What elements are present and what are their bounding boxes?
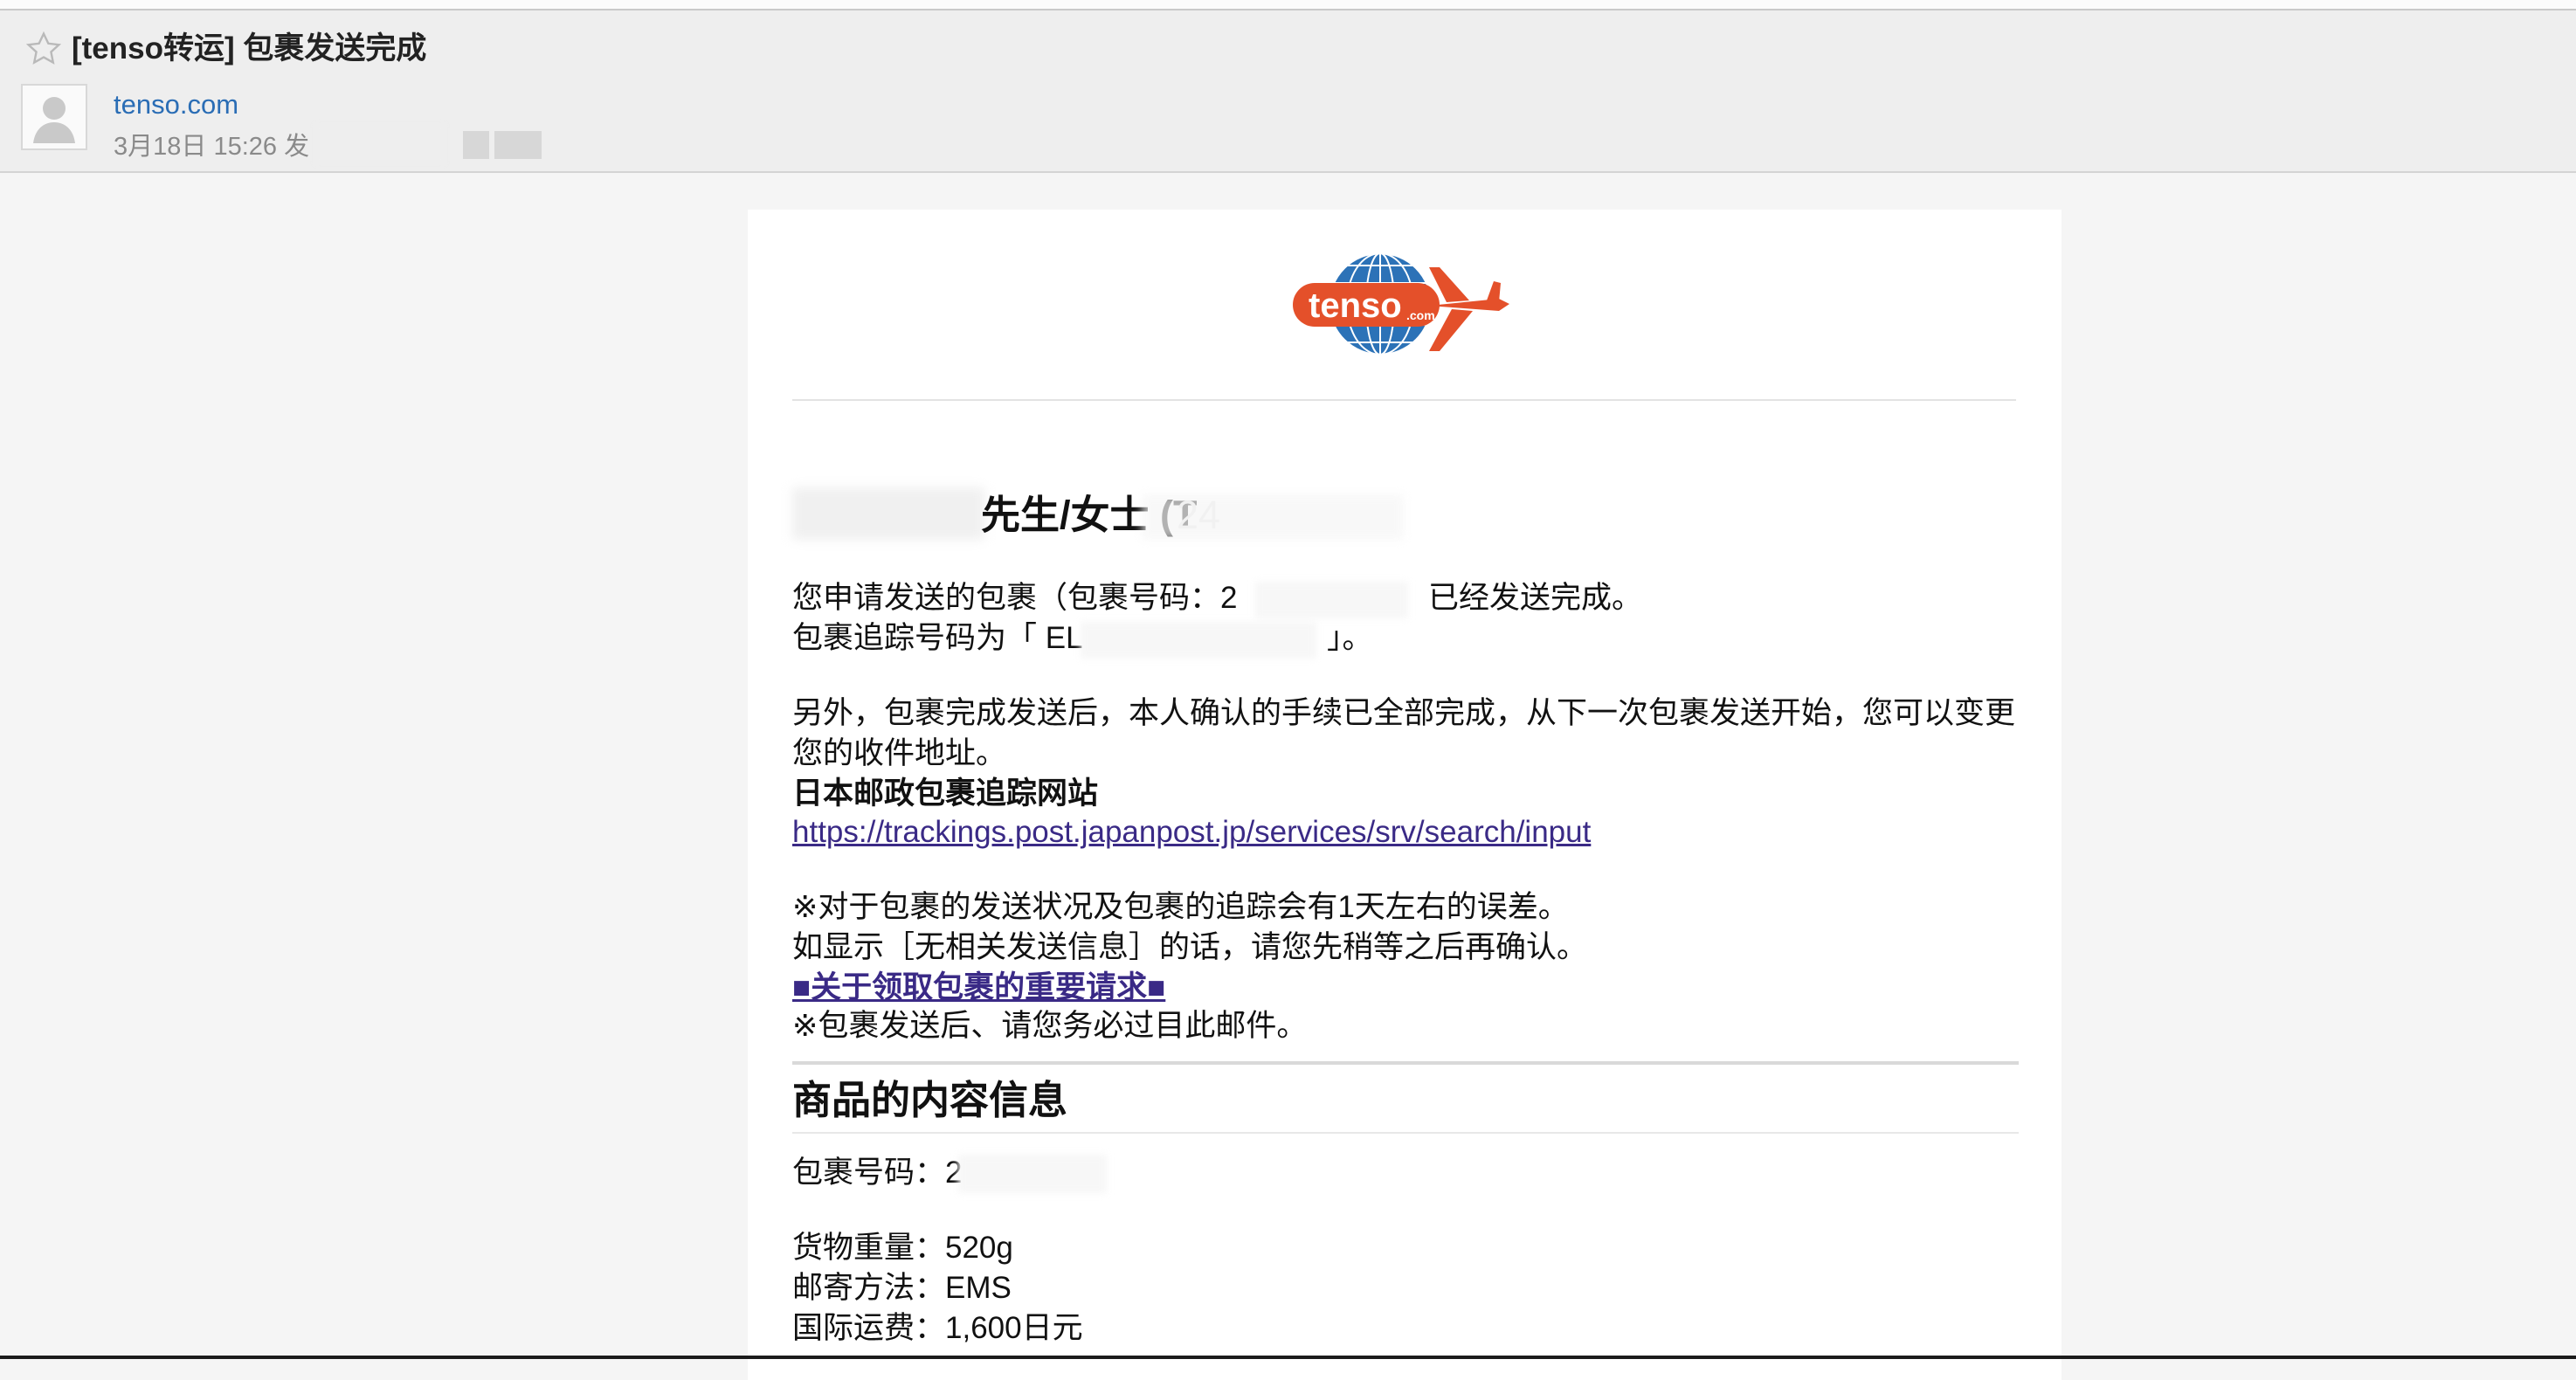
shipping-method-row: 邮寄方法：EMS [792, 1271, 1012, 1305]
redacted-tracking-number [1081, 622, 1316, 659]
window-top-edge [0, 0, 2576, 10]
logo-suffix: .com [1406, 308, 1435, 322]
text: 您申请发送的包裹（包裹号码：2 [792, 581, 1238, 615]
text: 包裹追踪号码为「 EL [792, 621, 1083, 655]
package-number-row: 包裹号码：2 [792, 1153, 2024, 1193]
redacted-block [463, 131, 489, 159]
redacted-package-number [1255, 582, 1408, 618]
redacted-name [792, 487, 984, 540]
avatar [21, 84, 87, 150]
redacted-block [494, 131, 542, 159]
text: 」。 [1327, 621, 1373, 655]
redacted-package-number [958, 1155, 1107, 1193]
no-info-note: 如显示［无相关发送信息］的话，请您先稍等之后再确认。 [792, 930, 1588, 964]
tracking-site-title: 日本邮政包裹追踪网站 [792, 776, 1099, 811]
address-change-notice-line1: 另外，包裹完成发送后，本人确认的手续已全部完成，从下一次包裹发送开始，您可以变更 [792, 696, 2016, 730]
tracking-link-row: https://trackings.post.japanpost.jp/serv… [792, 812, 2024, 852]
japanpost-tracking-link[interactable]: https://trackings.post.japanpost.jp/serv… [792, 815, 1591, 849]
shipment-complete-line: 您申请发送的包裹（包裹号码：2 已经发送完成。 [792, 578, 2024, 618]
airplane-icon [1429, 267, 1509, 351]
user-avatar-icon [33, 97, 75, 143]
tracking-number-line: 包裹追踪号码为「 EL 」。 [792, 618, 2024, 659]
important-request-row: ■关于领取包裹的重要请求■ [792, 968, 2024, 1008]
address-change-notice-line2: 您的收件地址。 [792, 736, 1007, 770]
weight-row: 货物重量：520g [792, 1231, 1013, 1265]
section-divider [792, 1061, 2019, 1065]
tenso-logo: tenso .com [1293, 252, 1509, 355]
please-read-note: ※包裹发送后、请您务必过目此邮件。 [792, 1009, 1308, 1043]
divider [792, 1132, 2019, 1134]
redacted-id [1142, 494, 1404, 540]
star-icon[interactable] [24, 30, 63, 68]
email-body-card: tenso .com 先生/女士 (T 24 您申请发送的包裹（包裹号码：2 已… [748, 210, 2061, 1380]
sender-link[interactable]: tenso.com [114, 87, 238, 122]
shipping-fee-row: 国际运费：1,600日元 [792, 1311, 1083, 1345]
divider [792, 399, 2016, 401]
tracking-delay-note: ※对于包裹的发送状况及包裹的追踪会有1天左右的误差。 [792, 890, 1569, 924]
section-title: 商品的内容信息 [792, 1078, 1068, 1122]
email-header: [tenso转运] 包裹发送完成 tenso.com 3月18日 15:26 发 [0, 10, 2576, 173]
redacted-recipient [314, 124, 445, 164]
text: 已经发送完成。 [1428, 581, 1643, 615]
logo-text: tenso [1309, 286, 1402, 325]
important-request-link[interactable]: ■关于领取包裹的重要请求■ [792, 970, 1165, 1004]
window-bottom-edge [0, 1356, 2576, 1359]
email-date-meta: 3月18日 15:26 发 [114, 133, 310, 161]
email-subject: [tenso转运] 包裹发送完成 [72, 31, 427, 66]
text: 包裹号码：2 [792, 1156, 963, 1190]
